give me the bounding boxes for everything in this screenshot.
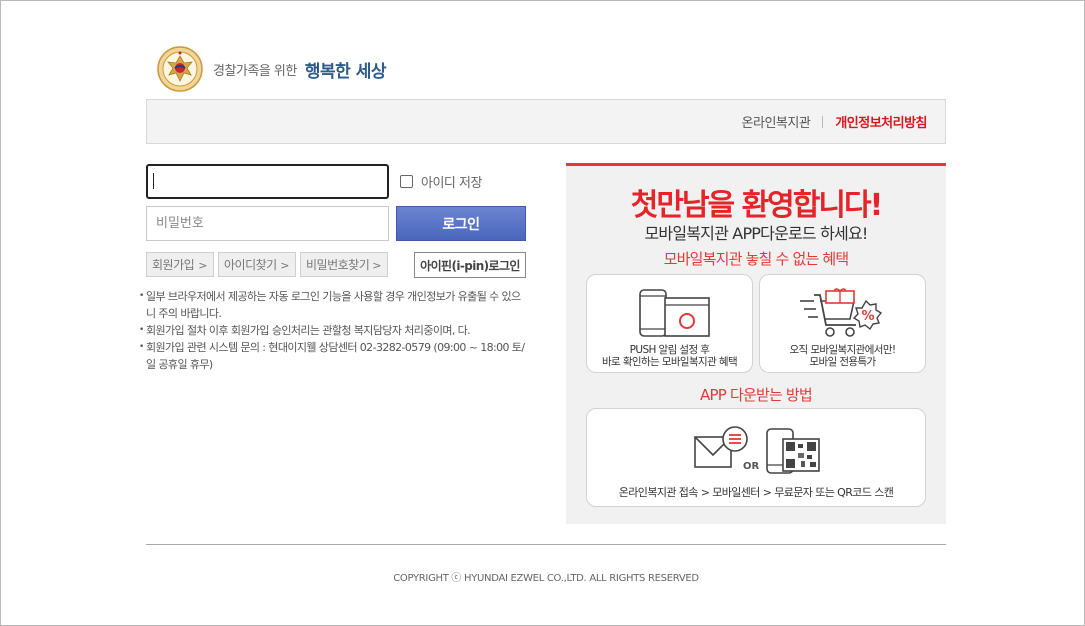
top-navigation-bar: 온라인복지관 개인정보처리방침 — [146, 99, 946, 144]
text-cursor — [153, 173, 154, 189]
join-button[interactable]: 회원가입 > — [146, 252, 214, 277]
police-emblem-icon — [157, 46, 203, 92]
copyright-text: COPYRIGHT ⓒ HYUNDAI EZWEL CO.,LTD. ALL R… — [393, 573, 699, 584]
top-links: 온라인복지관 개인정보처리방침 — [742, 100, 927, 143]
link-divider — [822, 115, 824, 128]
save-id-option[interactable]: 아이디 저장 — [400, 172, 482, 191]
benefit-card-special-price: % 오직 모바일복지관에서만! 모바일 전용특가 — [759, 274, 926, 373]
benefits-heading: 모바일복지관 놓칠 수 없는 혜택 — [663, 250, 850, 268]
download-method-card: OR 온라인복지관 접속 > 모바일센터 > 무료문자 또는 QR코드 스캔 — [586, 408, 926, 507]
join-button-label: 회원가입 — [152, 258, 195, 272]
chevron-right-icon: > — [372, 259, 381, 272]
site-logo[interactable]: 경찰가족을 위한 행복한 세상 — [157, 46, 386, 92]
benefit2-line1: 오직 모바일복지관에서만! — [789, 344, 896, 356]
login-button[interactable]: 로그인 — [396, 206, 526, 241]
ipin-login-button[interactable]: 아이핀(i-pin)로그인 — [414, 252, 526, 278]
note-item: 회원가입 관련 시스템 문의 : 현대이지웰 상담센터 02-3282-0579… — [139, 339, 525, 373]
save-id-label: 아이디 저장 — [421, 176, 482, 191]
note-item: 일부 브라우저에서 제공하는 자동 로그인 기능을 사용할 경우 개인정보가 유… — [139, 288, 525, 322]
find-id-button[interactable]: 아이디찾기 > — [218, 252, 296, 277]
promo-title: 첫만남을 환영합니다! — [630, 188, 884, 223]
tagline-big: 행복한 세상 — [304, 61, 387, 82]
note-item: 회원가입 절차 이후 회원가입 승인처리는 관할청 복지담당자 처리중이며, 다… — [139, 322, 525, 339]
benefit1-line1: PUSH 알림 설정 후 — [629, 344, 710, 356]
privacy-policy-link[interactable]: 개인정보처리방침 — [835, 112, 927, 131]
benefit1-line2: 바로 확인하는 모바일복지관 혜택 — [601, 356, 738, 368]
footer-divider — [146, 544, 946, 545]
tagline-small: 경찰가족을 위한 — [213, 63, 297, 79]
app-promo-panel: 첫만남을 환영합니다! 모바일복지관 APP다운로드 하세요! 모바일복지관 놓… — [566, 163, 946, 524]
online-welfare-link[interactable]: 온라인복지관 — [742, 112, 811, 131]
promo-subtitle: 모바일복지관 APP다운로드 하세요! — [644, 224, 869, 243]
password-input[interactable] — [146, 206, 389, 241]
shopping-cart-discount-icon: % — [800, 288, 883, 337]
find-password-button[interactable]: 비밀번호찾기 > — [300, 252, 388, 277]
download-steps: 온라인복지관 접속 > 모바일센터 > 무료문자 또는 QR코드 스캔 — [618, 486, 894, 499]
phone-push-icon — [639, 289, 710, 337]
benefit2-line2: 모바일 전용특가 — [809, 356, 876, 368]
qr-code-icon — [766, 428, 820, 474]
find-password-button-label: 비밀번호찾기 — [306, 258, 370, 272]
find-id-button-label: 아이디찾기 — [224, 258, 277, 272]
svg-text:%: % — [861, 309, 874, 324]
chevron-right-icon: > — [198, 259, 207, 272]
login-notes: 일부 브라우저에서 제공하는 자동 로그인 기능을 사용할 경우 개인정보가 유… — [139, 288, 525, 373]
or-label: OR — [743, 461, 760, 472]
id-input[interactable] — [146, 164, 389, 199]
benefit-card-push: PUSH 알림 설정 후 바로 확인하는 모바일복지관 혜택 — [586, 274, 753, 373]
chevron-right-icon: > — [280, 259, 289, 272]
download-heading: APP 다운받는 방법 — [700, 386, 813, 404]
save-id-checkbox[interactable] — [400, 175, 413, 188]
